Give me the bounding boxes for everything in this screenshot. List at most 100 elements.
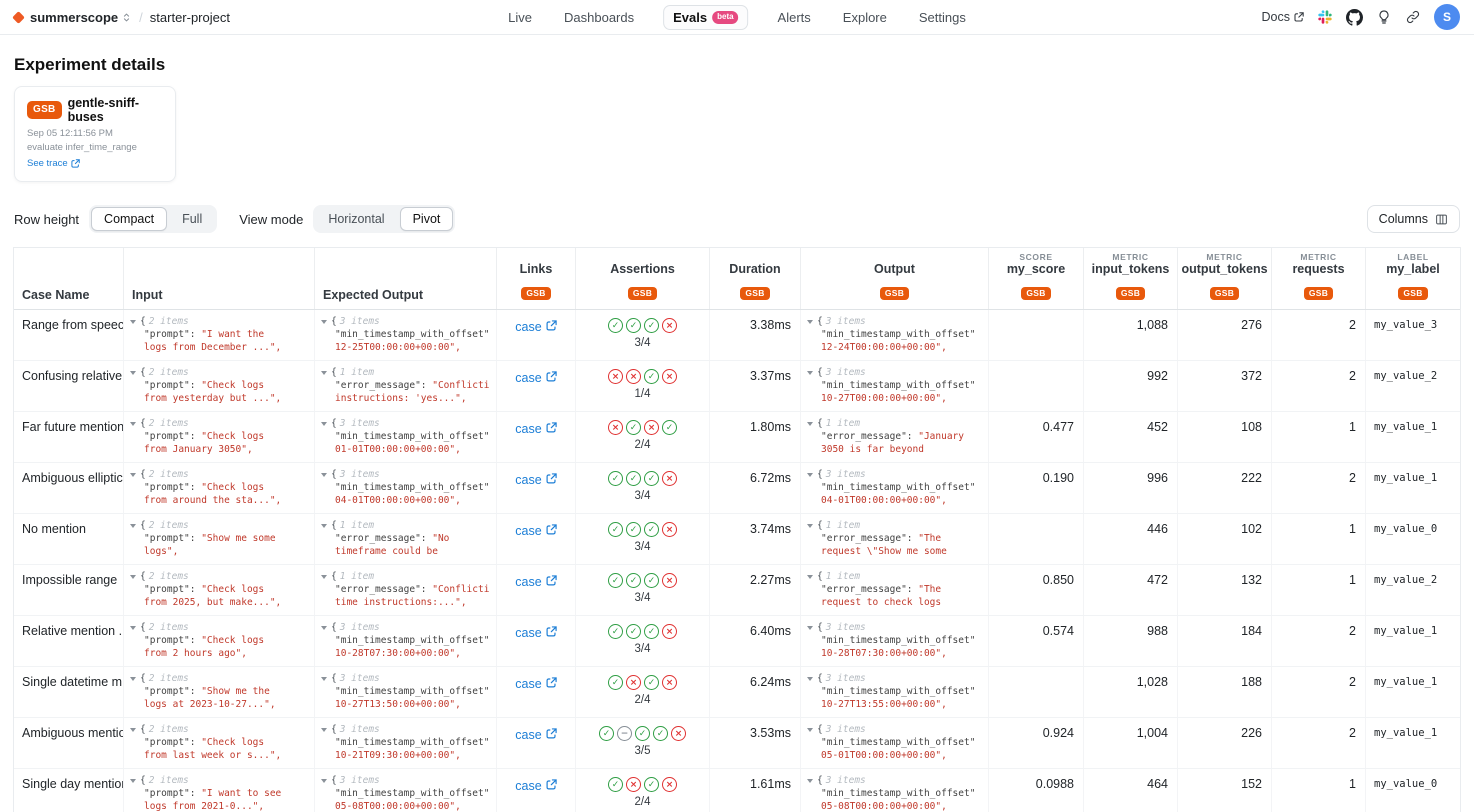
expand-toggle-icon[interactable] bbox=[130, 575, 136, 579]
expand-toggle-icon[interactable] bbox=[130, 524, 136, 528]
assertions-summary: 3/4 bbox=[635, 490, 651, 502]
lightbulb-button[interactable] bbox=[1376, 9, 1392, 25]
breadcrumb-project[interactable]: starter-project bbox=[150, 10, 230, 25]
nav-item-dashboards[interactable]: Dashboards bbox=[561, 5, 637, 30]
expand-toggle-icon[interactable] bbox=[321, 677, 327, 681]
expand-toggle-icon[interactable] bbox=[321, 779, 327, 783]
json-key: "min_timestamp_with_offset" bbox=[821, 737, 975, 748]
json-key: "min_timestamp_with_offset" bbox=[821, 788, 975, 799]
docs-link[interactable]: Docs bbox=[1262, 10, 1304, 24]
expand-toggle-icon[interactable] bbox=[807, 473, 813, 477]
table-row[interactable]: Relative mention ...{2 items"prompt": "C… bbox=[14, 616, 1460, 667]
expand-toggle-icon[interactable] bbox=[130, 626, 136, 630]
expand-toggle-icon[interactable] bbox=[807, 677, 813, 681]
duration-cell: 6.40ms bbox=[710, 616, 801, 666]
table-row[interactable]: Far future mention{2 items"prompt": "Che… bbox=[14, 412, 1460, 463]
expected-output-cell: {3 items"min_timestamp_with_offset"10-28… bbox=[315, 616, 497, 666]
row-height-option-full[interactable]: Full bbox=[169, 207, 215, 231]
expand-toggle-icon[interactable] bbox=[807, 371, 813, 375]
table-row[interactable]: Ambiguous mention{2 items"prompt": "Chec… bbox=[14, 718, 1460, 769]
nav-item-evals[interactable]: Evalsbeta bbox=[663, 5, 748, 30]
case-link[interactable]: case bbox=[515, 422, 556, 438]
column-title: Case Name bbox=[22, 288, 89, 302]
view-mode-option-horizontal[interactable]: Horizontal bbox=[315, 207, 397, 231]
experiment-badge: GSB bbox=[1116, 287, 1145, 301]
json-preview-body: "prompt": "Check logsfrom last week or s… bbox=[144, 736, 310, 762]
expand-toggle-icon[interactable] bbox=[130, 728, 136, 732]
expand-toggle-icon[interactable] bbox=[807, 422, 813, 426]
expand-toggle-icon[interactable] bbox=[321, 473, 327, 477]
json-value: "Check logs bbox=[195, 635, 264, 646]
columns-button[interactable]: Columns bbox=[1367, 205, 1460, 233]
expand-toggle-icon[interactable] bbox=[321, 524, 327, 528]
expand-toggle-icon[interactable] bbox=[807, 728, 813, 732]
case-link[interactable]: case bbox=[515, 728, 556, 744]
table-row[interactable]: Range from speech{2 items"prompt": "I wa… bbox=[14, 310, 1460, 361]
nav-item-alerts[interactable]: Alerts bbox=[775, 5, 814, 30]
nav-item-explore[interactable]: Explore bbox=[840, 5, 890, 30]
nav-item-live[interactable]: Live bbox=[505, 5, 535, 30]
nav-item-settings[interactable]: Settings bbox=[916, 5, 969, 30]
score-cell: 0.477 bbox=[989, 412, 1084, 462]
breadcrumb-separator: / bbox=[139, 10, 143, 25]
expand-toggle-icon[interactable] bbox=[130, 779, 136, 783]
json-preview-header: {2 items bbox=[130, 724, 310, 735]
json-key: "prompt": bbox=[144, 482, 195, 493]
item-count: 3 items bbox=[826, 469, 866, 480]
org-switcher[interactable]: summerscope bbox=[30, 10, 132, 25]
columns-icon bbox=[1435, 213, 1448, 226]
table-row[interactable]: Single day mention{2 items"prompt": "I w… bbox=[14, 769, 1460, 812]
row-height-option-compact[interactable]: Compact bbox=[91, 207, 167, 231]
expand-toggle-icon[interactable] bbox=[130, 320, 136, 324]
case-link[interactable]: case bbox=[515, 779, 556, 795]
expand-toggle-icon[interactable] bbox=[321, 575, 327, 579]
case-link[interactable]: case bbox=[515, 320, 556, 336]
case-link-label: case bbox=[515, 779, 541, 793]
expand-toggle-icon[interactable] bbox=[807, 779, 813, 783]
case-link[interactable]: case bbox=[515, 575, 556, 591]
open-brace: { bbox=[817, 418, 823, 429]
avatar[interactable]: S bbox=[1434, 4, 1460, 30]
expand-toggle-icon[interactable] bbox=[321, 371, 327, 375]
expand-toggle-icon[interactable] bbox=[807, 626, 813, 630]
expand-toggle-icon[interactable] bbox=[807, 575, 813, 579]
expand-toggle-icon[interactable] bbox=[321, 422, 327, 426]
case-link[interactable]: case bbox=[515, 473, 556, 489]
case-link[interactable]: case bbox=[515, 524, 556, 540]
open-brace: { bbox=[140, 673, 146, 684]
open-brace: { bbox=[140, 367, 146, 378]
table-row[interactable]: No mention{2 items"prompt": "Show me som… bbox=[14, 514, 1460, 565]
assertion-pass-icon: ✓ bbox=[626, 420, 641, 435]
expand-toggle-icon[interactable] bbox=[807, 320, 813, 324]
expand-toggle-icon[interactable] bbox=[321, 728, 327, 732]
column-group-my_score: SCOREmy_score bbox=[989, 248, 1084, 278]
expand-toggle-icon[interactable] bbox=[321, 320, 327, 324]
requests-cell: 2 bbox=[1272, 718, 1366, 768]
view-mode-option-pivot[interactable]: Pivot bbox=[400, 207, 454, 231]
case-name-cell: Range from speech bbox=[14, 310, 124, 360]
table-row[interactable]: Ambiguous elliptic...{2 items"prompt": "… bbox=[14, 463, 1460, 514]
expand-toggle-icon[interactable] bbox=[130, 422, 136, 426]
expand-toggle-icon[interactable] bbox=[130, 473, 136, 477]
item-count: 3 items bbox=[826, 367, 866, 378]
table-row[interactable]: Confusing relative...{2 items"prompt": "… bbox=[14, 361, 1460, 412]
case-link[interactable]: case bbox=[515, 677, 556, 693]
table-row[interactable]: Impossible range{2 items"prompt": "Check… bbox=[14, 565, 1460, 616]
expand-toggle-icon[interactable] bbox=[130, 371, 136, 375]
expand-toggle-icon[interactable] bbox=[807, 524, 813, 528]
assertion-fail-icon: × bbox=[644, 420, 659, 435]
case-link[interactable]: case bbox=[515, 371, 556, 387]
output-tokens-cell: 152 bbox=[1178, 769, 1272, 812]
link-button[interactable] bbox=[1405, 9, 1421, 25]
case-link[interactable]: case bbox=[515, 626, 556, 642]
requests-cell: 2 bbox=[1272, 463, 1366, 513]
item-count: 2 items bbox=[149, 622, 189, 633]
table-row[interactable]: Single datetime m...{2 items"prompt": "S… bbox=[14, 667, 1460, 718]
assertion-pass-icon: ✓ bbox=[626, 573, 641, 588]
github-button[interactable] bbox=[1346, 9, 1363, 26]
expand-toggle-icon[interactable] bbox=[321, 626, 327, 630]
slack-button[interactable] bbox=[1317, 9, 1333, 25]
output-tokens-cell: 188 bbox=[1178, 667, 1272, 717]
see-trace-link[interactable]: See trace bbox=[27, 158, 80, 169]
expand-toggle-icon[interactable] bbox=[130, 677, 136, 681]
